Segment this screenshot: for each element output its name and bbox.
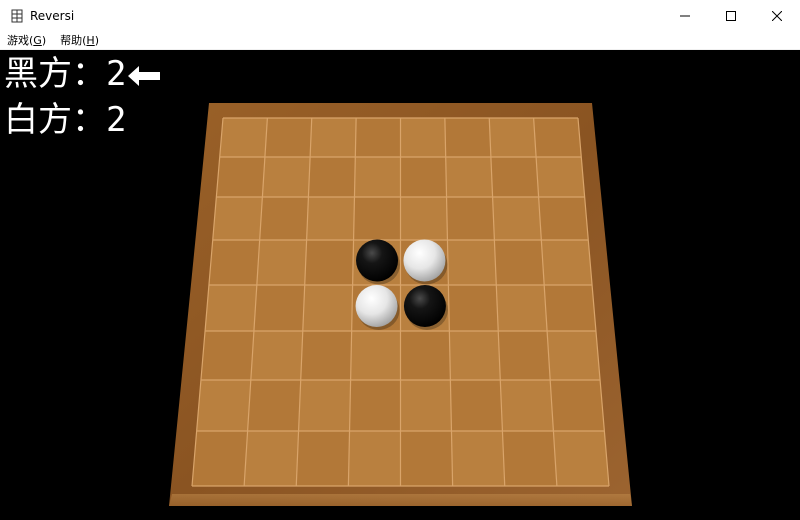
- board-cell[interactable]: [354, 157, 401, 197]
- game-canvas[interactable]: 黑方：2 白方：2: [0, 50, 800, 520]
- board-cell[interactable]: [304, 240, 354, 285]
- board-cell[interactable]: [264, 118, 312, 157]
- board-cell[interactable]: [216, 157, 265, 197]
- board-cell[interactable]: [544, 285, 596, 331]
- menu-help[interactable]: 帮助(H): [53, 31, 106, 50]
- score-white-label: 白方：: [4, 100, 106, 140]
- board-cell[interactable]: [550, 380, 605, 431]
- board-cell[interactable]: [400, 197, 448, 240]
- board-cell[interactable]: [300, 331, 352, 380]
- board-cell[interactable]: [538, 197, 589, 240]
- board-cell[interactable]: [490, 157, 539, 197]
- board-cell[interactable]: [494, 240, 545, 285]
- board-cell[interactable]: [496, 285, 548, 331]
- board-cell[interactable]: [553, 431, 609, 486]
- board-cell[interactable]: [446, 197, 495, 240]
- board-cell[interactable]: [445, 157, 493, 197]
- board-cell[interactable]: [353, 197, 401, 240]
- board-cell[interactable]: [262, 157, 311, 197]
- board-front-edge: [169, 494, 632, 506]
- board-cell[interactable]: [302, 285, 353, 331]
- board-cell[interactable]: [448, 285, 499, 331]
- board-cell[interactable]: [489, 118, 537, 157]
- board-cell[interactable]: [450, 380, 503, 431]
- board-cell[interactable]: [208, 240, 260, 285]
- maximize-button[interactable]: [708, 0, 754, 31]
- window-controls: [662, 0, 800, 31]
- board-cell[interactable]: [541, 240, 593, 285]
- black-piece: [403, 285, 446, 327]
- white-piece: [355, 285, 398, 327]
- board-cell[interactable]: [259, 197, 309, 240]
- score-black: 黑方：2: [4, 54, 162, 96]
- close-button[interactable]: [754, 0, 800, 31]
- board-cell[interactable]: [212, 197, 263, 240]
- score-black-label: 黑方：: [4, 54, 106, 94]
- board-cell[interactable]: [298, 380, 351, 431]
- black-piece: [356, 239, 399, 282]
- menu-help-key: H: [86, 33, 95, 47]
- board-cell[interactable]: [533, 118, 582, 157]
- board-cell[interactable]: [355, 118, 401, 157]
- menu-help-label: 帮助(: [60, 33, 87, 47]
- board-cell[interactable]: [547, 331, 601, 380]
- score-white-count: 2: [106, 100, 127, 140]
- board-cell[interactable]: [500, 380, 554, 431]
- board-cell[interactable]: [451, 431, 505, 486]
- minimize-icon: [680, 15, 690, 16]
- board-cell[interactable]: [253, 285, 305, 331]
- reversi-app-icon: [9, 8, 25, 24]
- board-cell[interactable]: [200, 331, 254, 380]
- board-cell[interactable]: [536, 157, 585, 197]
- board-cell[interactable]: [244, 431, 299, 486]
- arrow-left-icon: [128, 56, 162, 96]
- board-cell[interactable]: [306, 197, 355, 240]
- minimize-button[interactable]: [662, 0, 708, 31]
- white-piece: [403, 239, 446, 282]
- title-bar: Reversi: [0, 0, 800, 31]
- board-cell[interactable]: [350, 331, 401, 380]
- maximize-icon: [726, 10, 736, 21]
- board-cell[interactable]: [296, 431, 350, 486]
- board-cell[interactable]: [400, 380, 452, 431]
- board-cell[interactable]: [498, 331, 551, 380]
- board-cell[interactable]: [492, 197, 542, 240]
- menu-game-label: 游戏(: [7, 33, 34, 47]
- board-cell[interactable]: [348, 431, 401, 486]
- board-cell[interactable]: [308, 157, 356, 197]
- board-cell[interactable]: [205, 285, 257, 331]
- board-cell[interactable]: [447, 240, 497, 285]
- board-cell[interactable]: [196, 380, 251, 431]
- menu-game[interactable]: 游戏(G): [0, 31, 53, 50]
- window-title: Reversi: [30, 8, 75, 23]
- board-cell[interactable]: [400, 118, 446, 157]
- board-cell[interactable]: [444, 118, 491, 157]
- board-cell[interactable]: [256, 240, 307, 285]
- board-cell[interactable]: [449, 331, 501, 380]
- score-black-count: 2: [106, 54, 127, 94]
- board-cell[interactable]: [250, 331, 303, 380]
- board-cell[interactable]: [219, 118, 268, 157]
- board-cell[interactable]: [349, 380, 401, 431]
- board-cell[interactable]: [400, 431, 453, 486]
- close-icon: [772, 10, 782, 21]
- menu-game-key: G: [33, 33, 42, 47]
- board-cell[interactable]: [247, 380, 301, 431]
- board-cell[interactable]: [192, 431, 248, 486]
- board-cell[interactable]: [310, 118, 357, 157]
- menu-game-suffix: ): [41, 33, 47, 47]
- score-white: 白方：2: [4, 100, 126, 140]
- board-cell[interactable]: [400, 331, 451, 380]
- board-cell[interactable]: [400, 157, 447, 197]
- menu-bar: 游戏(G) 帮助(H): [0, 31, 800, 50]
- menu-help-suffix: ): [94, 33, 99, 47]
- board-cell[interactable]: [502, 431, 557, 486]
